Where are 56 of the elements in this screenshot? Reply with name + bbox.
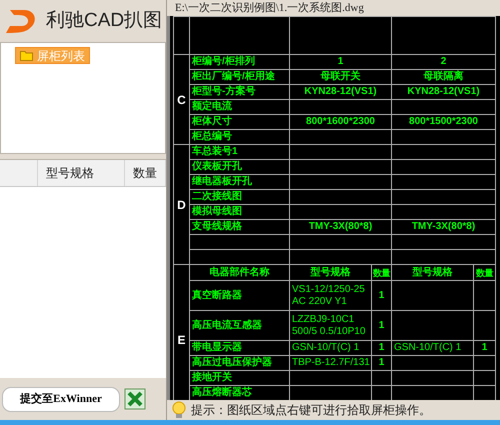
row-label: 柜体尺寸 [192,116,232,127]
column-header: 数量 [372,268,390,278]
row-label: 继电器板开孔 [192,176,252,187]
row-label: 柜型号-方案号 [192,86,256,97]
column-header: 数量 [476,268,494,278]
file-path: E:\一次二次识别例图\1.一次系统图.dwg [174,0,365,16]
column-header[interactable]: 数量 [125,160,166,186]
model-spec: GSN-10/T(C) 1 [394,342,462,353]
lightbulb-icon [171,401,187,419]
row-label: 柜总编号 [192,131,232,142]
logo-icon [4,8,38,34]
spreadsheet-icon[interactable] [124,388,146,410]
row-value: 1 [338,56,344,67]
row-value: TMY-3X(80*8) [412,221,476,232]
part-name: 接地开关 [192,372,232,383]
quantity: 1 [378,342,384,353]
row-value: 800*1500*2300 [409,116,478,127]
row-value: 800*1600*2300 [306,116,375,127]
row-label: 柜出厂编号/柜用途 [192,71,275,82]
part-name: 带电显示器 [192,342,242,353]
row-value: KYN28-12(VS1) [304,86,377,97]
row-label: 额定电流 [192,101,232,112]
column-header[interactable]: 型号规格 [38,160,125,186]
folder-icon [20,50,33,61]
column-header: 型号规格 [412,266,452,278]
status-hint: 提示：图纸区域点右键可进行拾取屏柜操作。 [191,402,431,419]
row-label: 仪表板开孔 [192,161,242,172]
row-value: 母联开关 [320,71,360,82]
row-label: 支母线规格 [192,221,242,232]
model-spec: VS1-12/1250-25 AC 220V Y1 [292,284,365,306]
part-name: 高压熔断器芯 [192,387,252,398]
quantity: 1 [378,290,384,300]
row-value: TMY-3X(80*8) [308,221,372,232]
model-spec: GSN-10/T(C) 1 [292,342,360,353]
row-value: 母联隔离 [424,71,464,82]
column-header: 电器部件名称 [210,266,270,278]
row-label: 二次接线图 [192,191,242,202]
row-label: 车总装号1 [192,146,238,157]
part-name: 高压过电压保护器 [192,357,272,368]
submit-button[interactable]: 提交至ExWinner [2,386,120,412]
section-letter: E [177,333,186,347]
quantity: 1 [378,357,384,368]
column-header: 型号规格 [310,266,350,278]
row-label: 模拟母线图 [192,206,242,217]
app-title: 利驰CAD扒图 [46,8,162,33]
part-name: 真空断路器 [192,290,242,300]
section-letter: C [177,92,186,106]
quantity: 1 [378,320,384,330]
model-spec: LZZBJ9-10C1 500/5 0.5/10P10 [292,314,366,336]
part-name: 高压电流互感器 [192,320,262,330]
row-value: 2 [440,56,446,67]
row-value: KYN28-12(VS1) [407,86,480,97]
model-spec: TBP-B-12.7F/131 [292,357,370,368]
row-label: 柜编号/柜排列 [192,56,255,67]
quantity: 1 [482,342,488,353]
section-letter: D [177,198,186,212]
